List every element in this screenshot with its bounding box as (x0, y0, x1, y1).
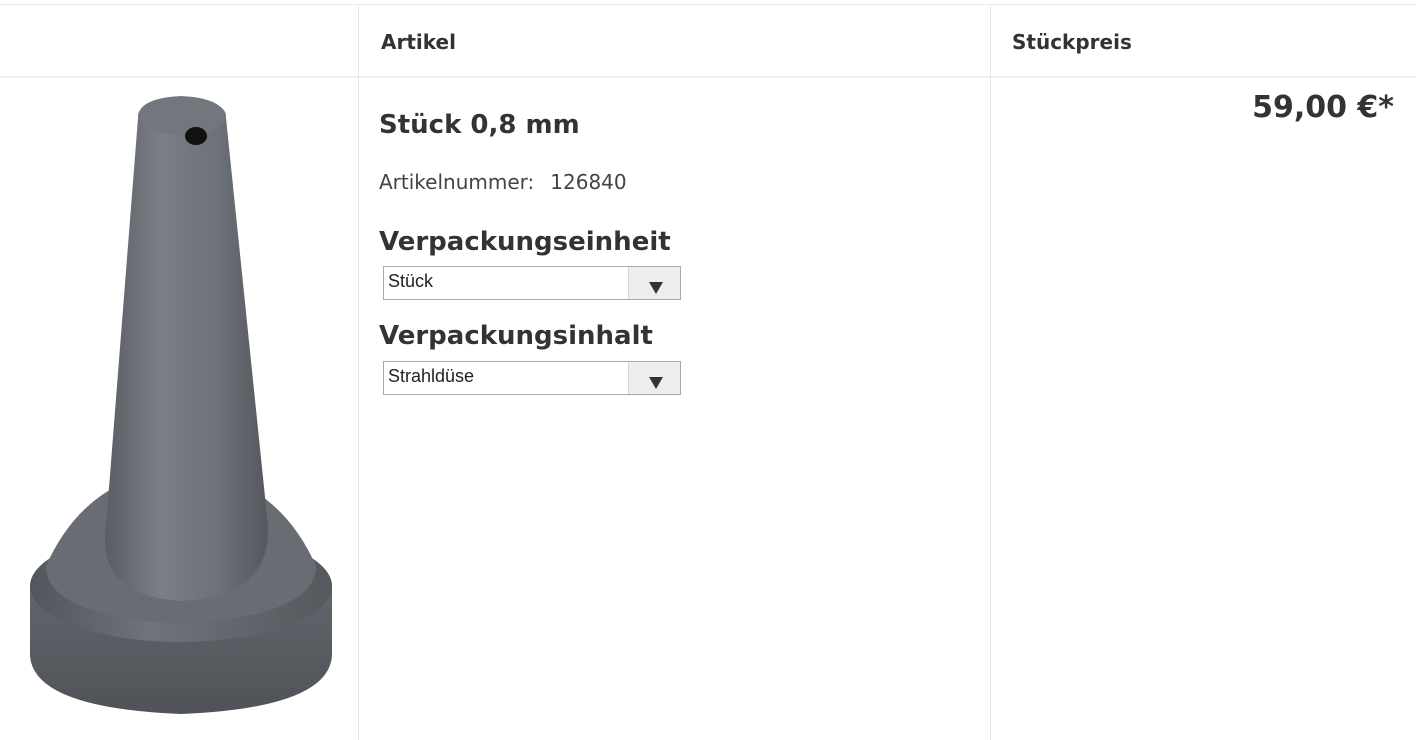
blast-nozzle-image (30, 96, 332, 714)
packaging-content-label: Verpackungsinhalt (379, 321, 653, 351)
chevron-down-icon (649, 377, 663, 389)
packaging-unit-label: Verpackungseinheit (379, 227, 671, 257)
column-divider-1 (358, 4, 359, 740)
article-number-row: Artikelnummer: 126840 (379, 170, 627, 194)
column-header-article: Artikel (381, 30, 456, 54)
packaging-content-select[interactable]: Strahldüse (383, 361, 681, 395)
unit-price-value: 59,00 €* (1252, 90, 1394, 125)
product-title[interactable]: Stück 0,8 mm (379, 110, 580, 140)
product-image[interactable] (26, 96, 336, 720)
table-top-border (0, 4, 1416, 5)
packaging-content-selected-value: Strahldüse (388, 366, 475, 386)
table-header-border (0, 76, 1416, 78)
packaging-content-dropdown-button[interactable] (628, 362, 680, 394)
product-table: Artikel Stückpreis Stück 0,8 mm Artikeln… (0, 0, 1416, 740)
packaging-unit-selected-value: Stück (388, 271, 434, 291)
column-divider-2 (990, 4, 991, 740)
article-number-value: 126840 (550, 170, 627, 194)
article-number-label: Artikelnummer: (379, 170, 535, 194)
column-header-unit-price: Stückpreis (1012, 30, 1132, 54)
packaging-unit-dropdown-button[interactable] (628, 267, 680, 299)
packaging-unit-select[interactable]: Stück (383, 266, 681, 300)
chevron-down-icon (649, 282, 663, 294)
